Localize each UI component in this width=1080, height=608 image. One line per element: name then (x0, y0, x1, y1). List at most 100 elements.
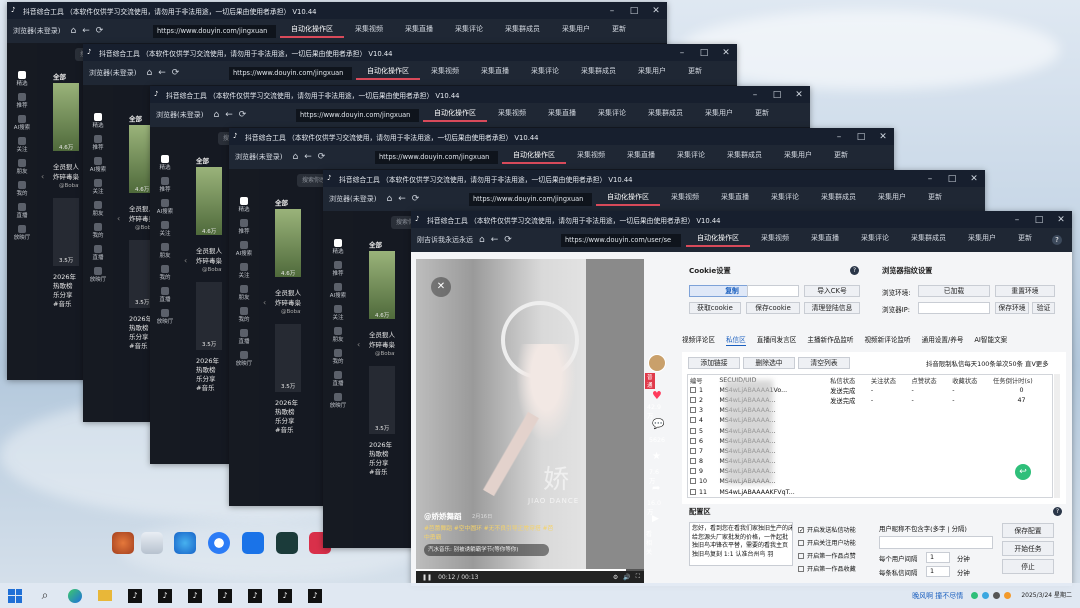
main-tab[interactable]: 采集用户 (957, 233, 1007, 247)
douyin-sidebar-item[interactable]: 推荐 (7, 93, 37, 109)
douyin-sidebar-item[interactable]: 精选 (7, 71, 37, 87)
main-tab[interactable]: 采集视频 (660, 192, 710, 206)
title-bar[interactable]: ♪ 抖音综合工具 （本软件仅供学习交流使用，请勿用于非法用途，一切后果由使用者承担… (83, 44, 737, 61)
maximize-icon[interactable]: □ (1028, 215, 1050, 225)
back-icon[interactable]: ← (304, 152, 312, 162)
main-tab[interactable]: 更新 (744, 108, 780, 122)
nav-left-icon[interactable]: ‹ (263, 298, 273, 308)
home-icon[interactable]: ⌂ (146, 68, 152, 78)
search-icon[interactable]: ⌕ (34, 585, 56, 607)
video-author[interactable]: @娇娇舞蹈 (424, 511, 462, 522)
recycle-bin-icon[interactable] (141, 532, 163, 554)
douyin-tool-taskbar-icon[interactable]: ♪ (184, 585, 206, 607)
desktop-icon-app-circle[interactable] (208, 532, 230, 554)
douyin-sidebar-item[interactable]: 放映厅 (323, 393, 353, 409)
main-tab[interactable]: 采集直播 (394, 24, 444, 38)
close-video-icon[interactable]: ✕ (431, 277, 451, 297)
url-input[interactable]: https://www.douyin.com/jingxuan (296, 108, 419, 122)
douyin-sidebar-item[interactable]: 放映厅 (7, 225, 37, 241)
reset-env-button[interactable]: 重置环境 (995, 285, 1055, 297)
url-input[interactable]: https://www.douyin.com/jingxuan (375, 150, 498, 164)
video-title[interactable]: 全员狠人！《撒 (275, 287, 301, 297)
douyin-sidebar-item[interactable]: 推荐 (150, 177, 180, 193)
account-box[interactable]: 浏览器(未登录) ⌂ ← ⟳ (83, 68, 225, 78)
video-title[interactable]: 炸碎毒枭你还 (196, 255, 222, 265)
main-tab[interactable]: 更新 (1007, 233, 1043, 247)
nick-filter-input[interactable] (879, 536, 993, 549)
music-pill[interactable]: 汽水音乐: 别被诱躺霸学节(等你等你) (424, 544, 549, 556)
main-tab[interactable]: 采集视频 (750, 233, 800, 247)
main-tab[interactable]: 采集群成员 (494, 24, 551, 38)
main-tab[interactable]: 采集群成员 (900, 233, 957, 247)
column-header[interactable]: 收藏状态 (950, 375, 991, 385)
row-checkbox[interactable] (690, 478, 696, 485)
maximize-icon[interactable]: □ (693, 48, 715, 58)
desktop-icon-app-blue[interactable] (174, 532, 196, 554)
clock[interactable]: 2025/3/24 星期二 (1021, 592, 1072, 600)
douyin-sidebar-item[interactable]: 直播 (150, 287, 180, 303)
video-author[interactable]: @Bobaya (59, 183, 79, 189)
douyin-tool-taskbar-icon[interactable]: ♪ (154, 585, 176, 607)
main-tab[interactable]: 采集用户 (773, 150, 823, 164)
refresh-icon[interactable]: ⟳ (318, 152, 326, 162)
douyin-sidebar-item[interactable]: 直播 (7, 203, 37, 219)
main-tab[interactable]: 自动化操作区 (356, 66, 420, 80)
video-title[interactable]: 全员狠人！《撒 (369, 329, 395, 339)
account-box[interactable]: 刚吉诉我永远永远 ⌂ ← ⟳ (411, 235, 557, 245)
minimize-icon[interactable]: – (601, 6, 623, 16)
main-tab[interactable]: 采集评论 (850, 233, 900, 247)
video-title[interactable]: 炸碎毒枭你还 (53, 171, 79, 181)
douyin-sidebar-item[interactable]: 关注 (150, 221, 180, 237)
nav-left-icon[interactable]: ‹ (357, 340, 367, 350)
column-header[interactable]: 关注状态 (869, 375, 910, 385)
get-cookie-button[interactable]: 获取cookie (689, 302, 741, 314)
douyin-sidebar-item[interactable]: 朋友 (7, 159, 37, 175)
close-icon[interactable]: ✕ (963, 174, 985, 184)
video-title[interactable]: 2026年热歌榜 乐分享 #音乐 (196, 357, 222, 393)
douyin-sidebar-item[interactable]: AI搜索 (7, 115, 37, 131)
close-icon[interactable]: ✕ (645, 6, 667, 16)
close-icon[interactable]: ✕ (788, 90, 810, 100)
video-title[interactable]: 全员狠人！《撒 (196, 245, 222, 255)
row-checkbox[interactable] (690, 396, 696, 403)
related-label[interactable]: 看相关 (646, 529, 652, 556)
douyin-sidebar-item[interactable]: 推荐 (83, 135, 113, 151)
title-bar[interactable]: ♪ 抖音综合工具 （本软件仅供学习交流使用，请勿用于非法用途，一切后果由使用者承担… (7, 2, 667, 19)
tray-icon[interactable] (982, 592, 990, 599)
settings-icon[interactable]: ⚙ (613, 574, 618, 581)
minimize-icon[interactable]: – (744, 90, 766, 100)
category-tab[interactable]: 全部 (369, 239, 382, 249)
minimize-icon[interactable]: – (1006, 215, 1028, 225)
douyin-sidebar-item[interactable]: 我的 (229, 307, 259, 323)
save-config-button[interactable]: 保存配置 (1002, 523, 1054, 538)
main-tab[interactable]: 采集视频 (420, 66, 470, 80)
main-tab[interactable]: 采集群成员 (716, 150, 773, 164)
add-link-button[interactable]: 添加链接 (688, 357, 740, 369)
interval-input[interactable]: 1 (926, 552, 950, 563)
option-checkbox[interactable]: 开启第一作品收藏 (798, 563, 878, 576)
main-tab[interactable]: 更新 (601, 24, 637, 38)
checkbox-box[interactable]: ✓ (798, 527, 804, 534)
douyin-sidebar-item[interactable]: AI搜索 (323, 283, 353, 299)
import-ck-button[interactable]: 导入CK号 (804, 285, 860, 297)
douyin-sidebar-item[interactable]: 推荐 (229, 219, 259, 235)
nav-left-icon[interactable]: ‹ (41, 172, 51, 182)
edge-icon[interactable] (64, 585, 86, 607)
douyin-sidebar-item[interactable]: 放映厅 (229, 351, 259, 367)
refresh-icon[interactable]: ⟳ (172, 68, 180, 78)
column-header[interactable]: 点赞状态 (910, 375, 951, 385)
douyin-sidebar-item[interactable]: 关注 (7, 137, 37, 153)
home-icon[interactable]: ⌂ (213, 110, 219, 120)
row-checkbox[interactable] (690, 488, 696, 495)
desktop-icon-app-teal[interactable] (276, 532, 298, 554)
feature-tab[interactable]: 视频新评论监听 (864, 334, 910, 346)
option-checkbox[interactable]: 开启关注用户功能 (798, 537, 878, 550)
video-card[interactable] (369, 251, 395, 319)
main-tab[interactable]: 自动化操作区 (502, 150, 566, 164)
main-tab[interactable]: 自动化操作区 (423, 108, 487, 122)
douyin-sidebar-item[interactable]: 直播 (83, 245, 113, 261)
save-env-button[interactable]: 保存环境 (995, 302, 1029, 314)
main-tab[interactable]: 采集直播 (537, 108, 587, 122)
feature-tab[interactable]: 视频评论区 (682, 334, 715, 346)
douyin-tool-taskbar-icon[interactable]: ♪ (124, 585, 146, 607)
